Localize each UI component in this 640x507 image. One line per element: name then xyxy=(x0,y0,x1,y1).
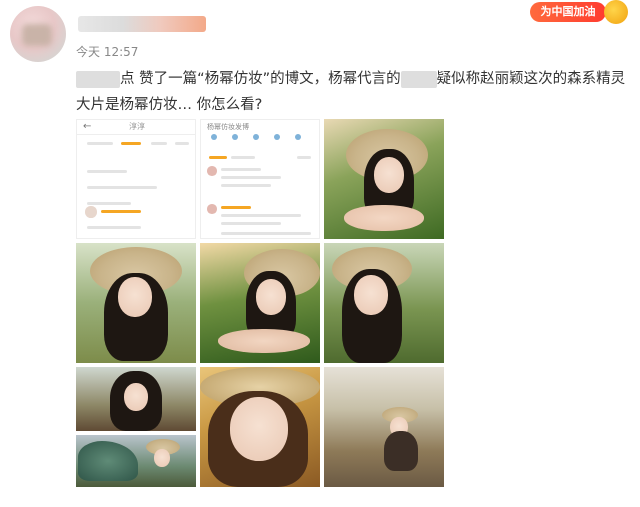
grid-image-3[interactable] xyxy=(324,119,444,239)
post-time: 今天 12:57 xyxy=(76,45,139,59)
comment-avatar xyxy=(85,206,97,218)
comment-icon xyxy=(232,134,238,140)
photo-bottom xyxy=(76,435,196,487)
masked-name-2 xyxy=(400,70,437,88)
screenshot-title: 淳淳 xyxy=(129,122,145,131)
comment-avatar-2 xyxy=(207,166,217,176)
grid-image-4[interactable] xyxy=(76,243,196,363)
grid-image-5[interactable] xyxy=(200,243,320,363)
post-text: 点 赞了一篇“杨幂仿妆”的博文，杨幂代言的 疑似称赵丽颖这次的森系精灵大片是杨幂仿… xyxy=(76,66,632,118)
screenshot-header: ← 淳淳 xyxy=(77,120,195,135)
more-icon xyxy=(295,134,301,140)
screenshot-title-2: 杨幂仿妆发博 xyxy=(207,123,249,131)
grid-image-2[interactable]: 杨幂仿妆发博 xyxy=(200,119,320,239)
avatar-blur xyxy=(22,24,52,46)
back-arrow-icon: ← xyxy=(83,121,92,132)
post-text-part1: 点 赞了一篇“杨幂仿妆”的博文，杨幂代言的 xyxy=(120,71,401,87)
masked-name xyxy=(76,70,120,88)
grid-image-1[interactable]: ← 淳淳 xyxy=(76,119,196,239)
share-icon xyxy=(211,134,217,140)
grid-image-7[interactable] xyxy=(76,367,196,487)
icon-row xyxy=(211,134,301,142)
image-grid: ← 淳淳 杨幂仿妆发博 xyxy=(76,119,444,490)
like-icon xyxy=(253,134,259,140)
grid-image-6[interactable] xyxy=(324,243,444,363)
comment-avatar-3 xyxy=(207,204,217,214)
grid-image-9[interactable] xyxy=(324,367,444,487)
user-avatar[interactable] xyxy=(10,6,66,62)
campaign-badge[interactable]: 为中国加油 xyxy=(526,0,630,26)
username-masked[interactable] xyxy=(78,16,206,32)
grid-image-8[interactable] xyxy=(200,367,320,487)
heart-icon xyxy=(604,0,628,24)
badge-label: 为中国加油 xyxy=(530,2,606,22)
photo-top xyxy=(76,367,196,431)
emoji-icon xyxy=(274,134,280,140)
